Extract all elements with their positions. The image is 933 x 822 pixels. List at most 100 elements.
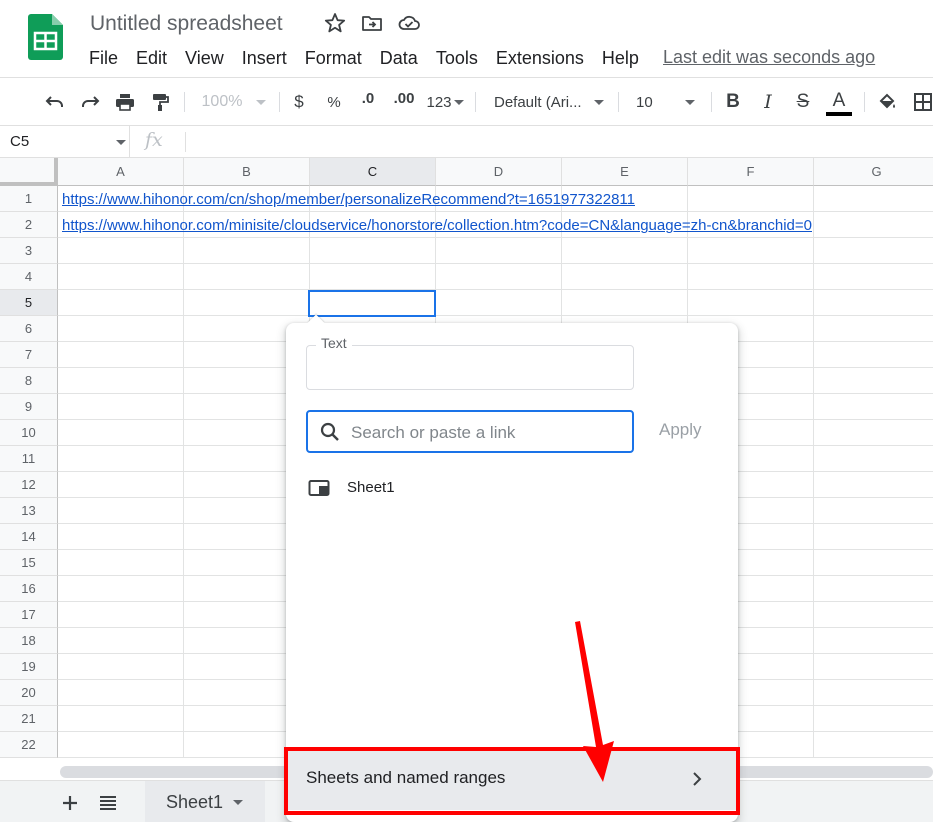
chevron-down-icon: [116, 140, 126, 145]
row-header-5[interactable]: 5: [0, 290, 58, 316]
menu-help[interactable]: Help: [593, 46, 648, 70]
redo-icon[interactable]: [78, 90, 102, 114]
column-header-g[interactable]: G: [814, 158, 933, 186]
menu-view[interactable]: View: [176, 46, 233, 70]
cell-a1-link[interactable]: https://www.hihonor.com/cn/shop/member/p…: [62, 191, 635, 208]
row-header-10[interactable]: 10: [0, 420, 58, 446]
row-header-13[interactable]: 13: [0, 498, 58, 524]
row-header-8[interactable]: 8: [0, 368, 58, 394]
named-ranges-label: Sheets and named ranges: [306, 768, 506, 787]
row-header-18[interactable]: 18: [0, 628, 58, 654]
menu-edit[interactable]: Edit: [127, 46, 176, 70]
row-header-16[interactable]: 16: [0, 576, 58, 602]
toolbar-divider: [279, 92, 280, 112]
chevron-down-icon: [233, 799, 244, 805]
document-title[interactable]: Untitled spreadsheet: [90, 12, 283, 36]
name-box-value: C5: [10, 133, 30, 150]
menu-file[interactable]: File: [80, 46, 127, 70]
row-gridline: [58, 315, 933, 316]
row-header-17[interactable]: 17: [0, 602, 58, 628]
column-header-d[interactable]: D: [436, 158, 562, 186]
fill-color-icon[interactable]: [876, 90, 898, 114]
row-header-7[interactable]: 7: [0, 342, 58, 368]
link-text-field[interactable]: [306, 345, 634, 390]
number-format-select[interactable]: 123: [424, 90, 466, 114]
row-gridline: [58, 263, 933, 264]
paint-format-icon[interactable]: [148, 90, 172, 114]
font-family-select[interactable]: Default (Ari...: [494, 90, 608, 114]
toolbar: 100% $ % .0 .00 123 Default (Ari... 10 B…: [0, 78, 933, 126]
decrease-decimal-label: .0: [361, 90, 375, 107]
row-header-1[interactable]: 1: [0, 186, 58, 212]
undo-icon[interactable]: [43, 90, 67, 114]
increase-decimal-button[interactable]: .00: [390, 90, 418, 114]
row-header-4[interactable]: 4: [0, 264, 58, 290]
row-header-3[interactable]: 3: [0, 238, 58, 264]
active-cell-c5[interactable]: [308, 290, 436, 317]
toolbar-divider: [864, 92, 865, 112]
search-icon: [320, 422, 339, 441]
sheet-tab-sheet1[interactable]: Sheet1: [145, 781, 265, 822]
font-size-select[interactable]: 10: [636, 90, 700, 114]
list-icon[interactable]: [96, 791, 120, 815]
column-header-b[interactable]: B: [184, 158, 310, 186]
text-color-button[interactable]: A: [826, 88, 852, 118]
chevron-down-icon: [593, 99, 604, 105]
insert-link-popup: Text Search or paste a link Apply Sheet1…: [286, 314, 738, 822]
zoom-select[interactable]: 100%: [198, 90, 270, 114]
column-header-c[interactable]: C: [310, 158, 436, 186]
italic-button[interactable]: I: [757, 90, 779, 114]
row-header-2[interactable]: 2: [0, 212, 58, 238]
add-icon[interactable]: [58, 791, 82, 815]
column-gridline: [183, 186, 184, 758]
strikethrough-button[interactable]: S: [792, 90, 814, 114]
column-header-a[interactable]: A: [58, 158, 184, 186]
menu-extensions[interactable]: Extensions: [487, 46, 593, 70]
link-search-input[interactable]: Search or paste a link: [306, 410, 634, 453]
row-header-14[interactable]: 14: [0, 524, 58, 550]
formula-bar: C5 fx: [0, 126, 933, 158]
currency-format-button[interactable]: $: [288, 90, 310, 114]
menu-format[interactable]: Format: [296, 46, 371, 70]
star-icon[interactable]: [324, 12, 346, 34]
sheets-logo-icon[interactable]: [28, 14, 63, 60]
sheet-result-label: Sheet1: [347, 479, 395, 496]
print-icon[interactable]: [113, 90, 137, 114]
menu-insert[interactable]: Insert: [233, 46, 296, 70]
row-header-20[interactable]: 20: [0, 680, 58, 706]
decrease-decimal-button[interactable]: .0: [355, 90, 381, 114]
row-header-15[interactable]: 15: [0, 550, 58, 576]
chevron-right-icon: [693, 772, 702, 786]
row-header-9[interactable]: 9: [0, 394, 58, 420]
menu-bar: File Edit View Insert Format Data Tools …: [80, 46, 648, 70]
bold-button[interactable]: B: [722, 90, 744, 114]
borders-icon[interactable]: [912, 90, 933, 114]
row-gridline: [58, 237, 933, 238]
move-to-folder-icon[interactable]: [361, 12, 383, 34]
link-text-label: Text: [316, 335, 352, 351]
column-header-f[interactable]: F: [688, 158, 814, 186]
sheet-result-item[interactable]: Sheet1: [306, 473, 716, 503]
percent-format-button[interactable]: %: [322, 90, 346, 114]
name-box[interactable]: C5: [0, 126, 130, 157]
row-header-22[interactable]: 22: [0, 732, 58, 758]
column-header-e[interactable]: E: [562, 158, 688, 186]
number-format-label: 123: [426, 93, 452, 111]
menu-data[interactable]: Data: [371, 46, 427, 70]
text-color-label: A: [832, 90, 846, 111]
cell-a2-link[interactable]: https://www.hihonor.com/minisite/cloudse…: [62, 217, 812, 234]
menu-tools[interactable]: Tools: [427, 46, 487, 70]
chevron-down-icon: [256, 99, 267, 105]
row-header-11[interactable]: 11: [0, 446, 58, 472]
cloud-saved-icon[interactable]: [398, 12, 420, 34]
row-header-21[interactable]: 21: [0, 706, 58, 732]
row-header-19[interactable]: 19: [0, 654, 58, 680]
sheets-and-named-ranges-item[interactable]: Sheets and named ranges: [286, 750, 738, 810]
search-placeholder: Search or paste a link: [351, 423, 516, 442]
apply-button[interactable]: Apply: [659, 420, 702, 440]
select-all-corner[interactable]: [0, 158, 58, 186]
row-header-12[interactable]: 12: [0, 472, 58, 498]
row-header-6[interactable]: 6: [0, 316, 58, 342]
increase-decimal-label: .00: [393, 90, 415, 107]
last-edit-link[interactable]: Last edit was seconds ago: [663, 47, 875, 68]
